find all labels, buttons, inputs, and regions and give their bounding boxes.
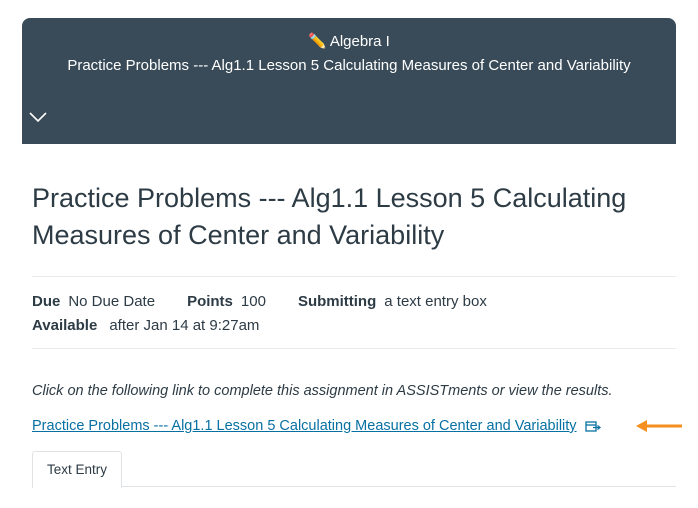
tab-text-entry[interactable]: Text Entry xyxy=(32,451,122,488)
points-label: Points xyxy=(187,293,233,310)
header-assignment-name: Practice Problems --- Alg1.1 Lesson 5 Ca… xyxy=(67,57,631,74)
course-header: ✏️ Algebra I Practice Problems --- Alg1.1… xyxy=(22,18,676,144)
external-link-row: Practice Problems --- Alg1.1 Lesson 5 Ca… xyxy=(32,416,601,438)
divider xyxy=(32,348,676,349)
page-title: Practice Problems --- Alg1.1 Lesson 5 Ca… xyxy=(32,183,627,250)
external-tool-link[interactable]: Practice Problems --- Alg1.1 Lesson 5 Ca… xyxy=(32,418,577,434)
points-value: 100 xyxy=(240,293,266,310)
submitting-label: Submitting xyxy=(297,293,377,310)
available-value: after Jan 14 at 9:27am xyxy=(109,317,260,334)
available-label: Available xyxy=(32,317,98,334)
external-link-icon[interactable] xyxy=(584,419,601,433)
submitting-value: a text entry box xyxy=(384,293,487,310)
course-name: Algebra I xyxy=(329,33,390,50)
pencil-icon: ✏️ xyxy=(308,33,327,50)
assignment-instructions: Click on the following link to complete … xyxy=(32,383,613,399)
due-label: Due xyxy=(32,293,61,310)
assignment-details-row2: Available after Jan 14 at 9:27am xyxy=(32,316,259,336)
chevron-down-icon[interactable] xyxy=(28,110,48,124)
course-title: ✏️ Algebra I xyxy=(22,33,676,51)
tab-divider xyxy=(121,486,676,487)
divider xyxy=(32,276,676,277)
arrow-left-icon xyxy=(636,420,682,432)
due-value: No Due Date xyxy=(68,293,156,310)
assignment-details-row1: Due No Due Date Points 100 Submitting a text … xyxy=(32,292,487,312)
